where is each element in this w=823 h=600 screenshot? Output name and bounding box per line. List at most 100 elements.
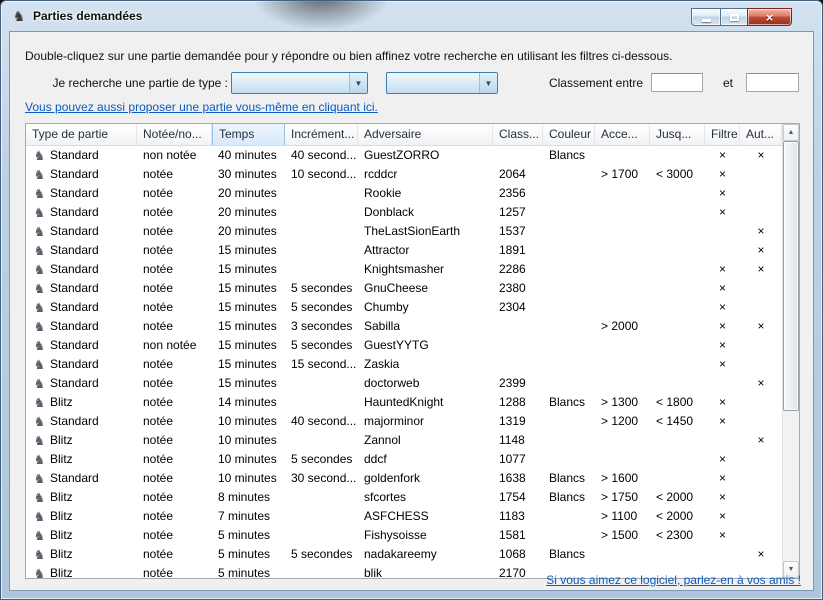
- cell-couleur: Blancs: [543, 393, 595, 412]
- game-type-combo[interactable]: ▼: [231, 72, 368, 94]
- vertical-scrollbar[interactable]: ▲ ▼: [782, 124, 799, 578]
- game-subtype-combo[interactable]: ▼: [386, 72, 498, 94]
- table-row[interactable]: ♞Standardnotée10 minutes30 second...gold…: [26, 469, 782, 488]
- cell-type: ♞Standard: [26, 374, 137, 393]
- table-row[interactable]: ♞Standardnotée30 minutes10 second...rcdd…: [26, 165, 782, 184]
- cell-couleur: Blancs: [543, 488, 595, 507]
- table-row[interactable]: ♞Blitznotée14 minutesHauntedKnight1288Bl…: [26, 393, 782, 412]
- cell-adversaire: GuestZORRO: [358, 146, 493, 165]
- cell-aut: [740, 298, 782, 317]
- scrollbar-thumb[interactable]: [783, 141, 799, 411]
- table-row[interactable]: ♞Blitznotée5 minutesFishysoisse1581> 150…: [26, 526, 782, 545]
- cell-couleur: [543, 317, 595, 336]
- app-knight-icon: ♞: [11, 8, 27, 24]
- table-row[interactable]: ♞Standardnotée15 minutes3 secondesSabill…: [26, 317, 782, 336]
- table-row[interactable]: ♞Standardnotée20 minutesRookie2356×: [26, 184, 782, 203]
- table-row[interactable]: ♞Standardnon notée15 minutes5 secondesGu…: [26, 336, 782, 355]
- close-button[interactable]: ×: [747, 8, 792, 26]
- column-header-jusq[interactable]: Jusq...: [650, 124, 705, 145]
- cell-classement: 1319: [493, 412, 543, 431]
- cell-temps: 5 minutes: [212, 526, 285, 545]
- knight-icon: ♞: [32, 165, 47, 184]
- cell-couleur: [543, 336, 595, 355]
- game-type-text: Blitz: [50, 395, 73, 409]
- column-header-classement[interactable]: Class...: [493, 124, 543, 145]
- cell-aut: ×: [740, 260, 782, 279]
- cell-adversaire: Zannol: [358, 431, 493, 450]
- table-row[interactable]: ♞Standardnotée15 minutesdoctorweb2399×: [26, 374, 782, 393]
- share-with-friends-link[interactable]: Si vous aimez ce logiciel, parlez-en à v…: [546, 573, 801, 587]
- knight-icon: ♞: [32, 279, 47, 298]
- table-row[interactable]: ♞Standardnotée15 minutes5 secondesGnuChe…: [26, 279, 782, 298]
- column-header-couleur[interactable]: Couleur: [543, 124, 595, 145]
- column-header-increment[interactable]: Incrément...: [285, 124, 358, 145]
- cell-filtre: ×: [705, 507, 740, 526]
- cell-increment: [285, 526, 358, 545]
- table-row[interactable]: ♞Blitznotée7 minutesASFCHESS1183> 1100< …: [26, 507, 782, 526]
- cell-temps: 10 minutes: [212, 431, 285, 450]
- table-row[interactable]: ♞Standardnotée10 minutes40 second...majo…: [26, 412, 782, 431]
- cell-aut: [740, 279, 782, 298]
- table-row[interactable]: ♞Standardnotée20 minutesTheLastSionEarth…: [26, 222, 782, 241]
- cell-type: ♞Blitz: [26, 431, 137, 450]
- table-row[interactable]: ♞Blitznotée10 minutesZannol1148×: [26, 431, 782, 450]
- propose-game-link[interactable]: Vous pouvez aussi proposer une partie vo…: [25, 100, 378, 114]
- table-row[interactable]: ♞Standardnotée15 minutesKnightsmasher228…: [26, 260, 782, 279]
- cell-type: ♞Standard: [26, 222, 137, 241]
- rating-max-input[interactable]: [746, 73, 799, 92]
- column-header-filtre[interactable]: Filtre: [705, 124, 740, 145]
- cell-couleur: [543, 526, 595, 545]
- game-type-text: Blitz: [50, 433, 73, 447]
- cell-filtre: ×: [705, 488, 740, 507]
- cell-filtre: ×: [705, 393, 740, 412]
- column-header-type[interactable]: Type de partie: [26, 124, 137, 145]
- cell-filtre: ×: [705, 279, 740, 298]
- cell-classement: 1891: [493, 241, 543, 260]
- cell-classement: 1537: [493, 222, 543, 241]
- cell-couleur: Blancs: [543, 545, 595, 564]
- column-header-temps[interactable]: Temps: [212, 124, 285, 145]
- cell-classement: [493, 355, 543, 374]
- cell-filtre: ×: [705, 526, 740, 545]
- cell-temps: 10 minutes: [212, 469, 285, 488]
- cell-type: ♞Standard: [26, 165, 137, 184]
- rating-min-input[interactable]: [651, 73, 703, 92]
- table-row[interactable]: ♞Standardnotée15 minutesAttractor1891×: [26, 241, 782, 260]
- table-row[interactable]: ♞Standardnotée15 minutes5 secondesChumby…: [26, 298, 782, 317]
- title-bar[interactable]: ♞ Parties demandées ×: [1, 1, 822, 31]
- knight-icon: ♞: [32, 450, 47, 469]
- cell-notee: notée: [137, 488, 212, 507]
- scroll-up-button[interactable]: ▲: [783, 124, 799, 141]
- column-header-notee[interactable]: Notée/no...: [137, 124, 212, 145]
- table-row[interactable]: ♞Blitznotée8 minutessfcortes1754Blancs> …: [26, 488, 782, 507]
- cell-adversaire: sfcortes: [358, 488, 493, 507]
- column-header-adversaire[interactable]: Adversaire: [358, 124, 493, 145]
- cell-jusq: [650, 355, 705, 374]
- cell-increment: 5 secondes: [285, 336, 358, 355]
- cell-adversaire: Knightsmasher: [358, 260, 493, 279]
- cell-jusq: [650, 431, 705, 450]
- cell-jusq: [650, 260, 705, 279]
- column-header-aut[interactable]: Aut...: [740, 124, 782, 145]
- table-row[interactable]: ♞Standardnon notée40 minutes40 second...…: [26, 146, 782, 165]
- cell-aut: [740, 165, 782, 184]
- maximize-button[interactable]: [720, 8, 747, 26]
- list-header: Type de partieNotée/no...TempsIncrément.…: [26, 124, 782, 146]
- table-row[interactable]: ♞Standardnotée20 minutesDonblack1257×: [26, 203, 782, 222]
- table-row[interactable]: ♞Standardnotée15 minutes15 second...Zask…: [26, 355, 782, 374]
- table-row[interactable]: ♞Blitznotée10 minutes5 secondesddcf1077×: [26, 450, 782, 469]
- game-type-text: Blitz: [50, 566, 73, 578]
- scrollbar-track[interactable]: [783, 141, 799, 561]
- cell-notee: non notée: [137, 336, 212, 355]
- knight-icon: ♞: [32, 298, 47, 317]
- minimize-button[interactable]: [691, 8, 720, 26]
- cell-filtre: ×: [705, 165, 740, 184]
- cell-jusq: [650, 298, 705, 317]
- column-header-acce[interactable]: Acce...: [595, 124, 650, 145]
- cell-increment: 30 second...: [285, 469, 358, 488]
- cell-type: ♞Standard: [26, 317, 137, 336]
- table-row[interactable]: ♞Blitznotée5 minutes5 secondesnadakareem…: [26, 545, 782, 564]
- cell-temps: 15 minutes: [212, 355, 285, 374]
- cell-aut: [740, 184, 782, 203]
- chevron-down-icon: ▼: [479, 73, 497, 93]
